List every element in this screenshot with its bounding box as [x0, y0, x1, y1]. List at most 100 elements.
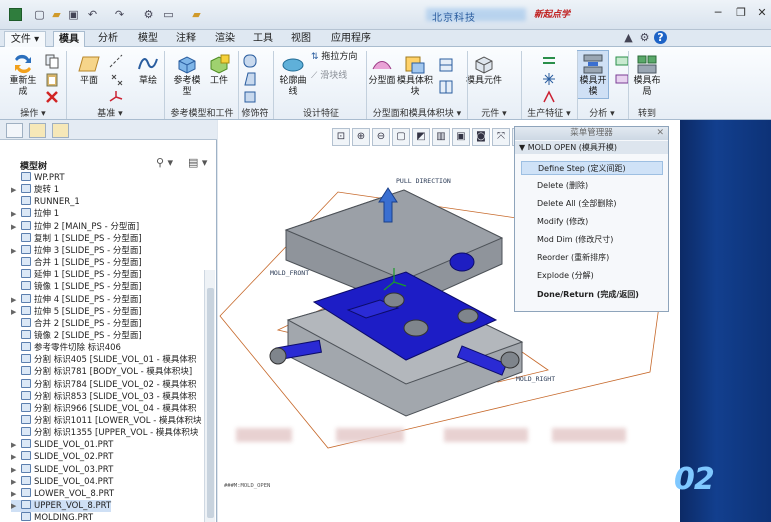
waterline-icon[interactable]: [541, 53, 557, 69]
modify-item[interactable]: Modify (修改): [521, 215, 663, 229]
explode-item[interactable]: Explode (分解): [521, 269, 663, 283]
expand-arrow-icon[interactable]: ▶: [11, 221, 21, 233]
tree-item[interactable]: ▶ 拉伸 1: [11, 208, 59, 220]
tab-render[interactable]: 渲染: [209, 31, 241, 47]
mold-volume-button[interactable]: 模具体积块: [397, 53, 433, 98]
tree-item[interactable]: ▶ 旋转 1: [11, 184, 59, 196]
pull-direction-button[interactable]: ⇅ 拖拉方向: [311, 52, 367, 63]
coord-system-icon[interactable]: [108, 89, 124, 105]
draft-icon[interactable]: [242, 71, 258, 87]
volume-split-icon[interactable]: [438, 79, 454, 95]
regenerate-icon[interactable]: ⚙: [142, 8, 155, 21]
ref-model-button[interactable]: 参考模型: [170, 53, 204, 98]
tree-item[interactable]: 分割 标识781 [BODY_VOL - 模具体积块]: [11, 366, 192, 378]
tree-item[interactable]: 分割 标识1011 [LOWER_VOL - 模具体积块: [11, 415, 201, 427]
expand-arrow-icon[interactable]: ▶: [11, 294, 21, 306]
tree-item[interactable]: ▶ 拉伸 4 [SLIDE_PS - 分型面]: [11, 293, 142, 306]
expand-arrow-icon[interactable]: ▶: [11, 476, 21, 488]
tree-filter-icon[interactable]: ▤ ▾: [188, 156, 207, 169]
group-goto[interactable]: 转到: [630, 109, 664, 120]
reorder-item[interactable]: Reorder (重新排序): [521, 251, 663, 265]
favorites-tab[interactable]: [52, 123, 69, 138]
expand-arrow-icon[interactable]: ▶: [11, 464, 21, 476]
redo-icon[interactable]: ↷: [113, 8, 126, 21]
tab-analysis[interactable]: 分析: [92, 31, 124, 47]
ribbon-minimize-icon[interactable]: ▲: [622, 31, 635, 44]
tree-item[interactable]: WP.PRT: [11, 172, 65, 184]
tree-item[interactable]: MOLDING.PRT: [11, 512, 93, 522]
sketch-button[interactable]: 草绘: [133, 53, 163, 87]
expand-arrow-icon[interactable]: ▶: [11, 184, 21, 196]
copy-icon[interactable]: [44, 53, 60, 69]
expand-arrow-icon[interactable]: ▶: [11, 439, 21, 451]
group-component[interactable]: 元件 ▾: [468, 109, 520, 120]
tree-item[interactable]: 合并 2 [SLIDE_PS - 分型面]: [11, 317, 142, 330]
folder-browser-tab[interactable]: [29, 123, 46, 138]
minimize-icon[interactable]: ─: [711, 6, 725, 20]
done-return-item[interactable]: Done/Return (完成/返回): [521, 288, 663, 302]
tree-item[interactable]: 分割 标识1355 [UPPER_VOL - 模具体积块: [11, 427, 198, 439]
group-operation[interactable]: 操作 ▾: [8, 109, 58, 120]
workpiece-button[interactable]: 工件: [204, 53, 234, 87]
tree-item[interactable]: 分割 标识966 [SLIDE_VOL_04 - 模具体积: [11, 402, 196, 415]
tab-model[interactable]: 模型: [132, 31, 164, 47]
tree-item[interactable]: ▶ SLIDE_VOL_03.PRT: [11, 463, 113, 476]
expand-arrow-icon[interactable]: ▶: [11, 245, 21, 257]
tree-item[interactable]: RUNNER_1: [11, 196, 80, 208]
tree-item[interactable]: 合并 1 [SLIDE_PS - 分型面]: [11, 257, 142, 269]
tree-item[interactable]: ▶ LOWER_VOL_8.PRT: [11, 487, 114, 500]
tree-item[interactable]: ▶ 拉伸 3 [SLIDE_PS - 分型面]: [11, 244, 142, 257]
gate-icon[interactable]: [541, 89, 557, 105]
restore-icon[interactable]: ❐: [734, 6, 748, 20]
delete-icon[interactable]: [44, 89, 60, 105]
undo-icon[interactable]: ↶: [86, 8, 99, 21]
parting-surface-button[interactable]: 分型面: [368, 53, 396, 87]
regenerate-button[interactable]: 重新生成: [6, 53, 40, 98]
define-step-item[interactable]: Define Step (定义间距): [521, 161, 663, 175]
tab-view[interactable]: 视图: [285, 31, 317, 47]
mold-layout-button[interactable]: 模具布局: [632, 53, 662, 98]
tree-item[interactable]: ▶ SLIDE_VOL_02.PRT: [11, 451, 113, 463]
tree-scrollbar-thumb[interactable]: [207, 288, 214, 518]
model-tree-tab[interactable]: [6, 123, 23, 138]
tree-item[interactable]: 分割 标识853 [SLIDE_VOL_03 - 模具体积: [11, 390, 196, 403]
help-icon[interactable]: ?: [654, 31, 667, 44]
tab-applications[interactable]: 应用程序: [325, 31, 377, 47]
delete-item[interactable]: Delete (删除): [521, 179, 663, 193]
expand-arrow-icon[interactable]: ▶: [11, 306, 21, 318]
tree-item[interactable]: ▶ SLIDE_VOL_01.PRT: [11, 439, 113, 451]
mod-dim-item[interactable]: Mod Dim (修改尺寸): [521, 233, 663, 247]
tree-item[interactable]: ▶ UPPER_VOL_8.PRT: [11, 500, 112, 513]
tree-item[interactable]: ▶ 拉伸 5 [SLIDE_PS - 分型面]: [11, 305, 142, 318]
group-analysis[interactable]: 分析 ▾: [578, 109, 626, 120]
tab-tools[interactable]: 工具: [247, 31, 279, 47]
save-icon[interactable]: ▣: [67, 8, 80, 21]
tree-item[interactable]: 延伸 1 [SLIDE_PS - 分型面]: [11, 269, 142, 281]
tree-item[interactable]: 分割 标识405 [SLIDE_VOL_01 - 模具体积: [11, 354, 196, 366]
tree-item[interactable]: ▶ SLIDE_VOL_04.PRT: [11, 475, 113, 488]
expand-arrow-icon[interactable]: ▶: [11, 208, 21, 220]
shrink-icon[interactable]: [242, 89, 258, 105]
tree-item[interactable]: 复制 1 [SLIDE_PS - 分型面]: [11, 232, 142, 245]
expand-arrow-icon[interactable]: ▶: [11, 451, 21, 463]
folder-icon[interactable]: ▰: [190, 8, 203, 21]
new-icon[interactable]: ▢: [33, 8, 46, 21]
mold-open-button[interactable]: 模具开模: [577, 50, 609, 99]
tree-scrollbar[interactable]: [204, 270, 215, 522]
expand-arrow-icon[interactable]: ▶: [11, 500, 21, 512]
ejector-pin-icon[interactable]: [541, 71, 557, 87]
tree-item[interactable]: 镜像 1 [SLIDE_PS - 分型面]: [11, 281, 142, 293]
group-parting-volume[interactable]: 分型面和模具体积块 ▾: [368, 109, 466, 120]
settings-icon[interactable]: ⚙: [638, 31, 651, 44]
tree-item[interactable]: 分割 标识784 [SLIDE_VOL_02 - 模具体积: [11, 378, 196, 391]
point-icon[interactable]: [108, 71, 124, 87]
round-icon[interactable]: [242, 53, 258, 69]
group-datum[interactable]: 基准 ▾: [80, 109, 140, 120]
open-icon[interactable]: ▰: [50, 8, 63, 21]
group-modifier[interactable]: 修饰符: [238, 109, 272, 120]
split-icon[interactable]: [438, 57, 454, 73]
menu-manager-subtitle[interactable]: ▼ MOLD OPEN (模具开模): [515, 141, 668, 154]
tab-annotation[interactable]: 注释: [170, 31, 202, 47]
tab-file[interactable]: 文件 ▾: [4, 31, 46, 47]
group-manufacturing[interactable]: 生产特征 ▾: [522, 109, 576, 120]
